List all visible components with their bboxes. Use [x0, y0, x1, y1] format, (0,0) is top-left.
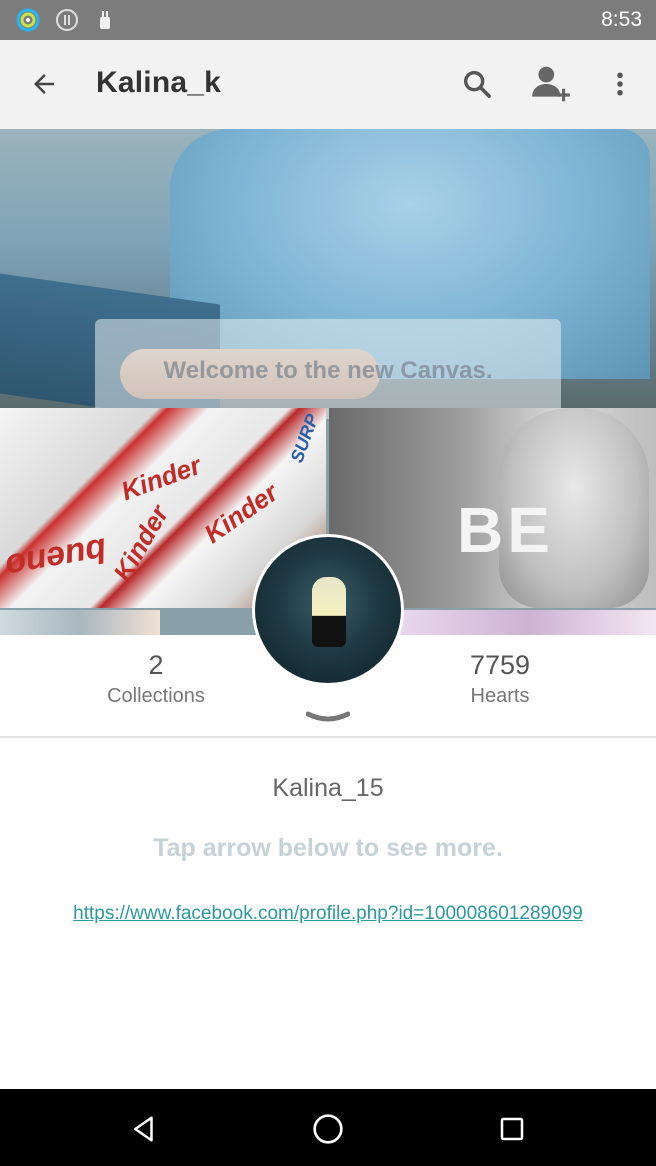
kinder-text: Kinder: [107, 500, 175, 587]
nav-home-button[interactable]: [308, 1109, 348, 1149]
cover-photo-bottom-right: [400, 610, 656, 635]
cover-photo-top: Welcome to the new Canvas.: [0, 129, 656, 425]
more-vert-icon: [617, 72, 623, 96]
status-time: 8:53: [601, 8, 642, 31]
more-options-button[interactable]: [596, 60, 644, 108]
expand-chevron-icon[interactable]: [306, 710, 350, 728]
be-text: BE: [457, 494, 554, 566]
arrow-back-icon: [34, 74, 54, 94]
android-icon: [100, 11, 110, 29]
app-bar: Kalina_k: [0, 40, 656, 129]
back-button[interactable]: [20, 60, 68, 108]
ring-icon: [16, 8, 40, 32]
hearts-label[interactable]: Hearts: [400, 685, 600, 708]
status-bar: 8:53: [0, 0, 656, 40]
divider: [0, 736, 656, 738]
add-person-icon: [532, 66, 570, 102]
hearts-count[interactable]: 7759: [400, 650, 600, 681]
surprise-text: SURP: [286, 411, 323, 466]
pause-circle-icon: [56, 9, 78, 31]
kinder-text: Kinder: [117, 449, 205, 507]
collections-label[interactable]: Collections: [56, 685, 256, 708]
back-triangle-icon: [134, 1116, 153, 1142]
collections-count[interactable]: 2: [56, 650, 256, 681]
avatar-image: [255, 537, 401, 683]
cover-photo-bottom-left: [0, 610, 160, 635]
search-button[interactable]: [453, 60, 501, 108]
profile-hint: Tap arrow below to see more.: [153, 834, 503, 862]
welcome-overlay-text: Welcome to the new Canvas.: [163, 357, 493, 384]
system-nav-bar: [0, 1089, 656, 1166]
profile-username: Kalina_15: [272, 774, 384, 802]
home-circle-icon: [313, 1114, 343, 1144]
profile-link[interactable]: https://www.facebook.com/profile.php?id=…: [0, 903, 656, 925]
kinder-text: Kinder: [198, 477, 284, 549]
recents-square-icon: [500, 1117, 524, 1141]
nav-recents-button[interactable]: [492, 1109, 532, 1149]
bueno-text: bueno: [2, 530, 110, 586]
nav-back-button[interactable]: [124, 1109, 164, 1149]
add-person-button[interactable]: [527, 60, 575, 108]
search-icon: [463, 70, 491, 98]
avatar[interactable]: [252, 534, 404, 686]
page-title: Kalina_k: [96, 66, 221, 99]
